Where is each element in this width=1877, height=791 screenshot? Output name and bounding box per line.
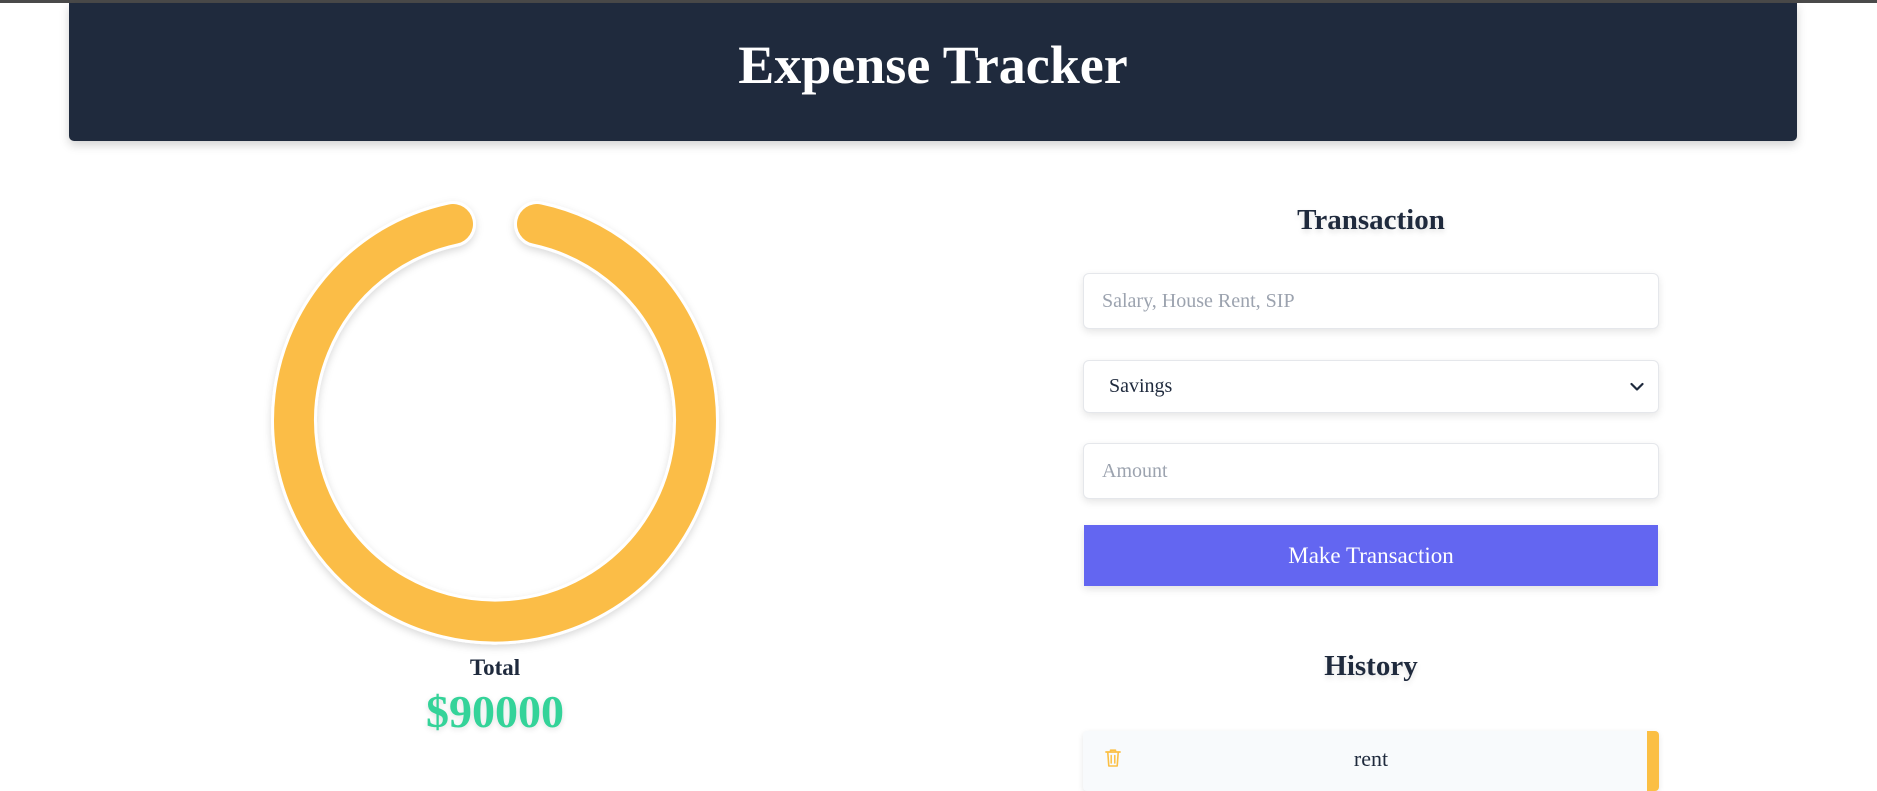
summary-donut-chart bbox=[260, 195, 730, 665]
history-item-name: rent bbox=[1353, 746, 1389, 771]
history-title: History bbox=[1324, 650, 1418, 682]
chevron-down-icon bbox=[1630, 380, 1644, 394]
transaction-panel: Transaction Savings Make Transaction His… bbox=[1083, 0, 1659, 791]
transaction-type-select[interactable]: Savings bbox=[1083, 360, 1659, 413]
total-label: Total bbox=[469, 655, 521, 680]
transaction-title: Transaction bbox=[1297, 204, 1445, 236]
donut-svg bbox=[271, 201, 719, 645]
amount-input[interactable] bbox=[1083, 443, 1659, 499]
transaction-name-input[interactable] bbox=[1083, 273, 1659, 329]
donut-arc-savings bbox=[274, 204, 716, 642]
total-value: $90000 bbox=[426, 686, 564, 737]
page-title: Expense Tracker bbox=[738, 35, 1128, 95]
transaction-type-value: Savings bbox=[1109, 375, 1173, 397]
make-transaction-button[interactable]: Make Transaction bbox=[1084, 525, 1658, 586]
history-item: rent bbox=[1083, 731, 1659, 791]
